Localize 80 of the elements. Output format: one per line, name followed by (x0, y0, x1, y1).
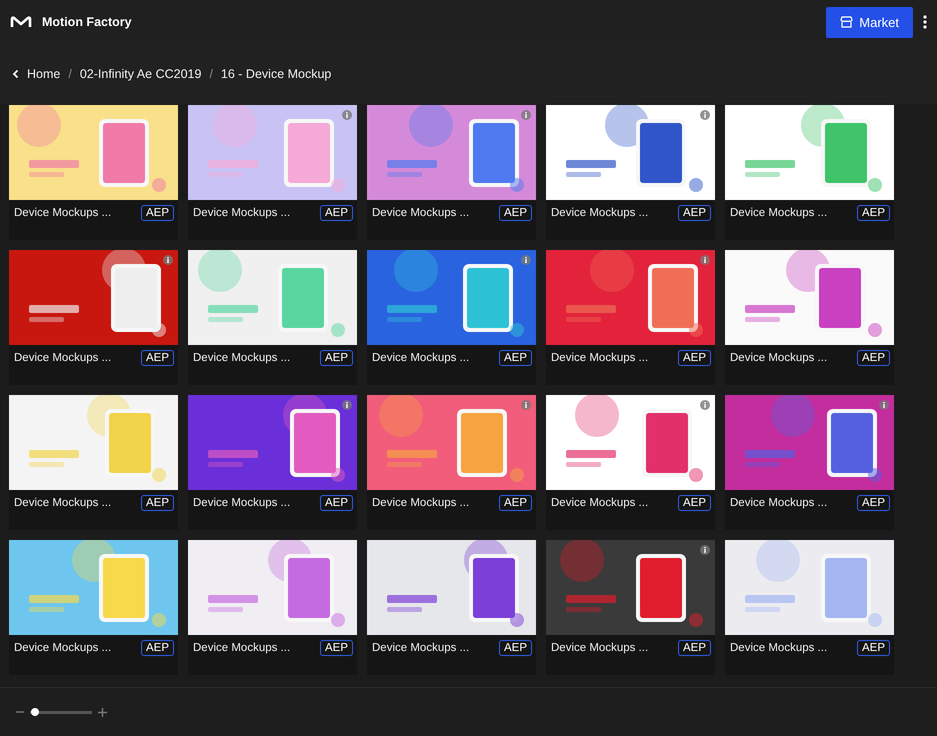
logo-icon (10, 15, 32, 29)
asset-title: Device Mockups ... (730, 207, 828, 219)
asset-title: Device Mockups ... (551, 352, 648, 364)
breadcrumb-link[interactable]: 16 - Device Mockup (220, 67, 332, 81)
format-tag: AEP (678, 495, 711, 511)
asset-card[interactable]: Device Mockups ... AEP (725, 105, 894, 240)
asset-title: Device Mockups ... (730, 352, 828, 364)
asset-card[interactable]: Device Mockups ... AEP (725, 250, 894, 385)
asset-card[interactable]: Device Mockups ... AEP (367, 105, 536, 240)
format-tag: AEP (678, 640, 711, 656)
asset-title: Device Mockups ... (14, 207, 112, 219)
back-icon[interactable] (12, 69, 19, 79)
asset-card[interactable]: Device Mockups ... AEP (367, 540, 536, 675)
asset-card[interactable]: Device Mockups ... AEP (9, 105, 178, 240)
asset-title: Device Mockups ... (730, 497, 828, 509)
format-tag: AEP (498, 640, 532, 656)
format-tag: AEP (678, 205, 711, 221)
asset-title: Device Mockups ... (14, 642, 112, 654)
more-icon[interactable] (923, 15, 927, 29)
breadcrumb-link[interactable]: 02-Infinity Ae CC2019 (80, 67, 202, 81)
format-tag: AEP (140, 640, 174, 656)
asset-card[interactable]: Device Mockups ... AEP (9, 250, 178, 385)
asset-title: Device Mockups ... (551, 642, 648, 654)
asset-card[interactable]: Device Mockups ... AEP (188, 250, 357, 385)
slider-thumb[interactable] (30, 708, 39, 716)
format-tag: AEP (140, 495, 174, 511)
format-tag: AEP (140, 205, 174, 221)
asset-card[interactable]: Device Mockups ... AEP (546, 105, 715, 240)
asset-card[interactable]: Device Mockups ... AEP (546, 540, 715, 675)
asset-card[interactable]: Device Mockups ... AEP (725, 540, 894, 675)
market-button[interactable]: Market (826, 6, 913, 38)
zoom-slider[interactable] (30, 710, 92, 714)
asset-title: Device Mockups ... (551, 207, 648, 219)
asset-card[interactable]: Device Mockups ... AEP (546, 250, 715, 385)
asset-title: Device Mockups ... (372, 352, 470, 364)
asset-card[interactable]: Device Mockups ... AEP (367, 395, 536, 530)
format-tag: AEP (856, 205, 890, 221)
breadcrumb-link[interactable]: Home (27, 67, 60, 81)
asset-card[interactable]: Device Mockups ... AEP (546, 395, 715, 530)
format-tag: AEP (320, 205, 353, 221)
store-icon (840, 16, 854, 28)
asset-title: Device Mockups ... (372, 207, 470, 219)
asset-card[interactable]: Device Mockups ... AEP (188, 395, 357, 530)
asset-title: Device Mockups ... (193, 497, 290, 509)
asset-card[interactable]: Device Mockups ... AEP (367, 250, 536, 385)
asset-card[interactable]: Device Mockups ... AEP (9, 395, 178, 530)
info-icon[interactable] (163, 255, 173, 265)
format-tag: AEP (498, 495, 532, 511)
asset-title: Device Mockups ... (551, 497, 648, 509)
asset-title: Device Mockups ... (14, 497, 112, 509)
format-tag: AEP (856, 495, 890, 511)
info-icon[interactable] (700, 545, 710, 555)
format-tag: AEP (140, 350, 174, 366)
info-icon[interactable] (521, 255, 531, 265)
asset-card[interactable]: Device Mockups ... AEP (188, 540, 357, 675)
info-icon[interactable] (342, 400, 352, 410)
format-tag: AEP (498, 350, 532, 366)
asset-title: Device Mockups ... (730, 642, 828, 654)
format-tag: AEP (856, 350, 890, 366)
format-tag: AEP (678, 350, 711, 366)
asset-title: Device Mockups ... (372, 497, 470, 509)
info-icon[interactable] (879, 400, 889, 410)
breadcrumb-separator: / (68, 67, 72, 81)
format-tag: AEP (320, 350, 353, 366)
format-tag: AEP (856, 640, 890, 656)
format-tag: AEP (320, 495, 353, 511)
asset-title: Device Mockups ... (193, 642, 290, 654)
asset-card[interactable]: Device Mockups ... AEP (9, 540, 178, 675)
asset-title: Device Mockups ... (193, 207, 290, 219)
asset-title: Device Mockups ... (193, 352, 290, 364)
breadcrumb-separator: / (209, 67, 213, 81)
asset-card[interactable]: Device Mockups ... AEP (188, 105, 357, 240)
asset-card[interactable]: Device Mockups ... AEP (725, 395, 894, 530)
app-title: Motion Factory (42, 15, 133, 29)
asset-title: Device Mockups ... (372, 642, 470, 654)
asset-title: Device Mockups ... (14, 352, 112, 364)
zoom-in-icon[interactable] (98, 708, 107, 716)
format-tag: AEP (320, 640, 353, 656)
format-tag: AEP (498, 205, 532, 221)
info-icon[interactable] (700, 255, 710, 265)
